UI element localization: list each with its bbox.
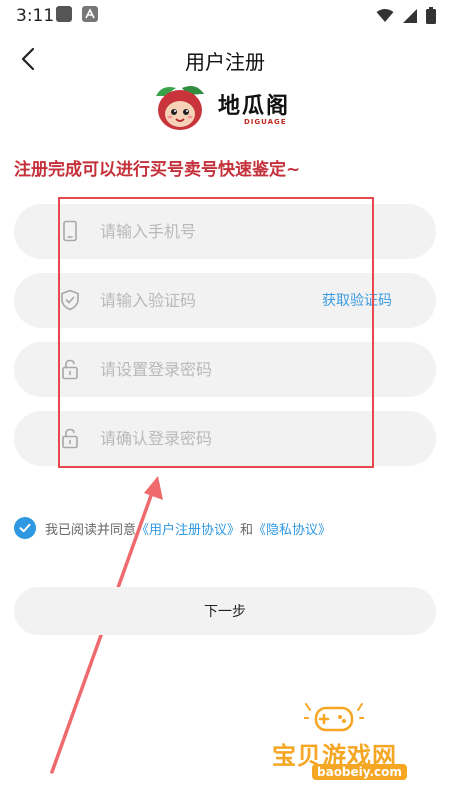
agreement-connector: 和 <box>240 522 254 538</box>
verification-code-input[interactable] <box>100 273 310 328</box>
sweet-potato-mascot-icon <box>156 86 204 130</box>
password-field[interactable] <box>14 342 436 397</box>
nav-bar: 用户注册 <box>0 34 450 84</box>
lock-icon <box>62 428 78 449</box>
phone-input[interactable] <box>100 204 310 259</box>
checkmark-icon <box>19 523 31 533</box>
shield-icon <box>61 289 79 311</box>
signal-icon <box>402 8 418 28</box>
logo-text: 地瓜阁 <box>218 94 291 119</box>
password-input[interactable] <box>100 342 310 397</box>
watermark: 宝贝游戏网 baobeiy.com <box>268 702 418 786</box>
user-agreement-link[interactable]: 《用户注册协议》 <box>136 519 240 538</box>
confirm-password-input[interactable] <box>100 411 310 466</box>
promo-headline: 注册完成可以进行买号卖号快速鉴定~ <box>14 160 301 180</box>
font-icon <box>82 6 98 22</box>
wifi-icon <box>376 8 394 27</box>
agreement-checkbox[interactable] <box>14 517 36 539</box>
app-logo: 地瓜阁 DIGUAGE <box>148 82 308 134</box>
privacy-policy-link[interactable]: 《隐私协议》 <box>253 519 331 538</box>
lock-icon <box>62 359 78 380</box>
next-step-button[interactable]: 下一步 <box>14 587 436 635</box>
page-title: 用户注册 <box>185 50 265 74</box>
confirm-password-field[interactable] <box>14 411 436 466</box>
logo-subtitle: DIGUAGE <box>244 118 287 126</box>
status-time: 3:11 <box>16 6 55 26</box>
agreement-prefix: 我已阅读并同意 <box>45 522 137 538</box>
status-bar: 3:11 <box>0 0 450 34</box>
phone-field[interactable] <box>14 204 436 259</box>
app-icon <box>56 6 72 22</box>
phone-icon <box>63 220 77 242</box>
agreement-row: 我已阅读并同意 《用户注册协议》 和 《隐私协议》 <box>14 515 331 541</box>
gamepad-icon <box>304 703 364 732</box>
get-code-button[interactable]: 获取验证码 <box>322 290 392 310</box>
verification-code-field[interactable]: 获取验证码 <box>14 273 436 328</box>
watermark-url: baobeiy.com <box>312 764 407 780</box>
battery-icon <box>426 7 436 28</box>
